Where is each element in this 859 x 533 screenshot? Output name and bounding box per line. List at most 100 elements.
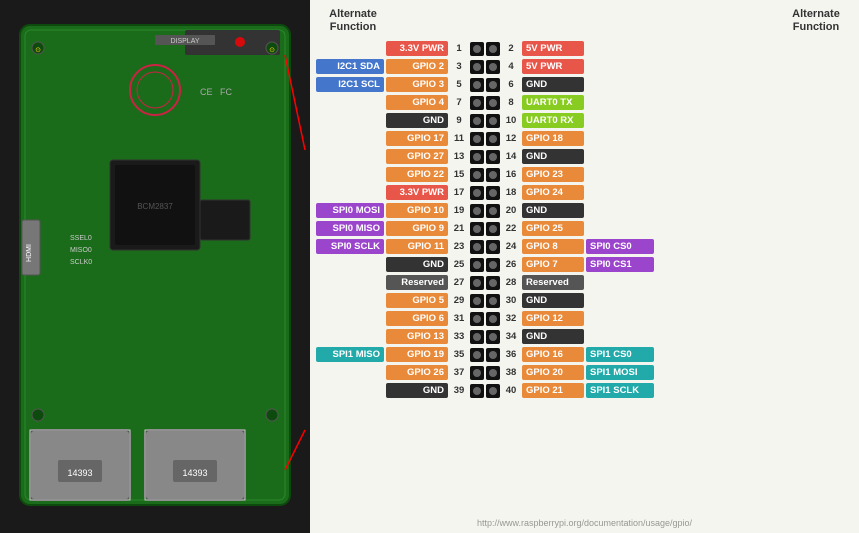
right-pin-label: GPIO 20	[522, 365, 584, 380]
left-alt-func	[316, 155, 384, 159]
connector-right	[486, 366, 500, 380]
connector-right	[486, 276, 500, 290]
connector-left	[470, 132, 484, 146]
left-alt-func	[316, 335, 384, 339]
right-alt-func	[586, 191, 654, 195]
left-pin-num: 15	[450, 169, 468, 180]
left-pin-label: GPIO 6	[386, 311, 448, 326]
left-alt-func	[316, 101, 384, 105]
left-pin-label: GPIO 10	[386, 203, 448, 218]
connector-left	[470, 240, 484, 254]
right-pin-label: GPIO 8	[522, 239, 584, 254]
connector-left	[470, 168, 484, 182]
connector-left	[470, 222, 484, 236]
right-alt-func	[586, 155, 654, 159]
connector-right	[486, 42, 500, 56]
pin-row: GPIO 133334GND	[316, 328, 853, 345]
left-pin-num: 11	[450, 133, 468, 144]
left-pin-label: Reserved	[386, 275, 448, 290]
right-alt-func	[586, 47, 654, 51]
left-alt-func	[316, 281, 384, 285]
left-alt-func	[316, 371, 384, 375]
left-alt-func: I2C1 SDA	[316, 59, 384, 74]
left-pin-label: GPIO 17	[386, 131, 448, 146]
connector-left	[470, 186, 484, 200]
right-pin-num: 18	[502, 187, 520, 198]
left-pin-label: GPIO 19	[386, 347, 448, 362]
connector-left	[470, 258, 484, 272]
right-pin-label: GPIO 24	[522, 185, 584, 200]
connector-right	[486, 240, 500, 254]
right-pin-label: UART0 TX	[522, 95, 584, 110]
connector-left	[470, 42, 484, 56]
right-pin-num: 20	[502, 205, 520, 216]
right-alt-func	[586, 137, 654, 141]
left-pin-label: GPIO 9	[386, 221, 448, 236]
left-pin-label: GPIO 13	[386, 329, 448, 344]
connector-right	[486, 60, 500, 74]
pin-row: I2C1 SCLGPIO 356GND	[316, 76, 853, 93]
connector-left	[470, 312, 484, 326]
right-pin-label: GPIO 23	[522, 167, 584, 182]
left-pin-num: 27	[450, 277, 468, 288]
connector-left	[470, 366, 484, 380]
left-pin-num: 39	[450, 385, 468, 396]
right-pin-label: 5V PWR	[522, 41, 584, 56]
connector-right	[486, 96, 500, 110]
svg-text:SSEL0: SSEL0	[70, 235, 92, 242]
connector-left	[470, 294, 484, 308]
right-alt-func: SPI1 MOSI	[586, 365, 654, 380]
left-pin-num: 21	[450, 223, 468, 234]
left-alt-func	[316, 263, 384, 267]
svg-text:HDMI: HDMI	[26, 244, 33, 262]
main-container: 14393 14393 HDMI BCM2837 CE FC DISPLAY	[0, 0, 859, 533]
board-svg: 14393 14393 HDMI BCM2837 CE FC DISPLAY	[0, 0, 310, 533]
right-pin-num: 4	[502, 61, 520, 72]
left-pin-label: GND	[386, 383, 448, 398]
left-pin-num: 33	[450, 331, 468, 342]
right-pin-num: 22	[502, 223, 520, 234]
svg-text:DISPLAY: DISPLAY	[170, 38, 199, 45]
right-pin-num: 40	[502, 385, 520, 396]
board-section: 14393 14393 HDMI BCM2837 CE FC DISPLAY	[0, 0, 310, 533]
left-pin-num: 9	[450, 115, 468, 126]
pin-row: Reserved2728Reserved	[316, 274, 853, 291]
pin-row: GPIO 271314GND	[316, 148, 853, 165]
left-pin-label: GND	[386, 113, 448, 128]
svg-text:MISO0: MISO0	[70, 247, 92, 254]
left-alt-func	[316, 191, 384, 195]
pin-row: GPIO 221516GPIO 23	[316, 166, 853, 183]
connector-right	[486, 150, 500, 164]
pin-row: 3.3V PWR1718GPIO 24	[316, 184, 853, 201]
connector-left	[470, 96, 484, 110]
left-pin-label: GND	[386, 257, 448, 272]
left-pin-num: 29	[450, 295, 468, 306]
right-alt-func	[586, 209, 654, 213]
right-alt-func	[586, 335, 654, 339]
pin-row: GND3940GPIO 21SPI1 SCLK	[316, 382, 853, 399]
right-alt-func	[586, 101, 654, 105]
right-alt-func: SPI1 SCLK	[586, 383, 654, 398]
left-pin-label: GPIO 27	[386, 149, 448, 164]
right-pin-num: 32	[502, 313, 520, 324]
left-pin-num: 1	[450, 43, 468, 54]
right-pin-label: UART0 RX	[522, 113, 584, 128]
svg-text:FC: FC	[220, 87, 232, 97]
right-pin-num: 26	[502, 259, 520, 270]
connector-left	[470, 330, 484, 344]
svg-text:SCLK0: SCLK0	[70, 259, 92, 266]
right-pin-label: GND	[522, 203, 584, 218]
right-pin-label: GND	[522, 77, 584, 92]
left-alt-func	[316, 173, 384, 177]
left-pin-num: 23	[450, 241, 468, 252]
connector-left	[470, 150, 484, 164]
pin-row: GPIO 478UART0 TX	[316, 94, 853, 111]
connector-right	[486, 222, 500, 236]
left-pin-label: GPIO 2	[386, 59, 448, 74]
left-alt-func: SPI1 MISO	[316, 347, 384, 362]
left-alt-func	[316, 119, 384, 123]
left-alt-func: SPI0 MISO	[316, 221, 384, 236]
left-pin-label: 3.3V PWR	[386, 185, 448, 200]
right-pin-label: GPIO 12	[522, 311, 584, 326]
left-pin-label: GPIO 3	[386, 77, 448, 92]
